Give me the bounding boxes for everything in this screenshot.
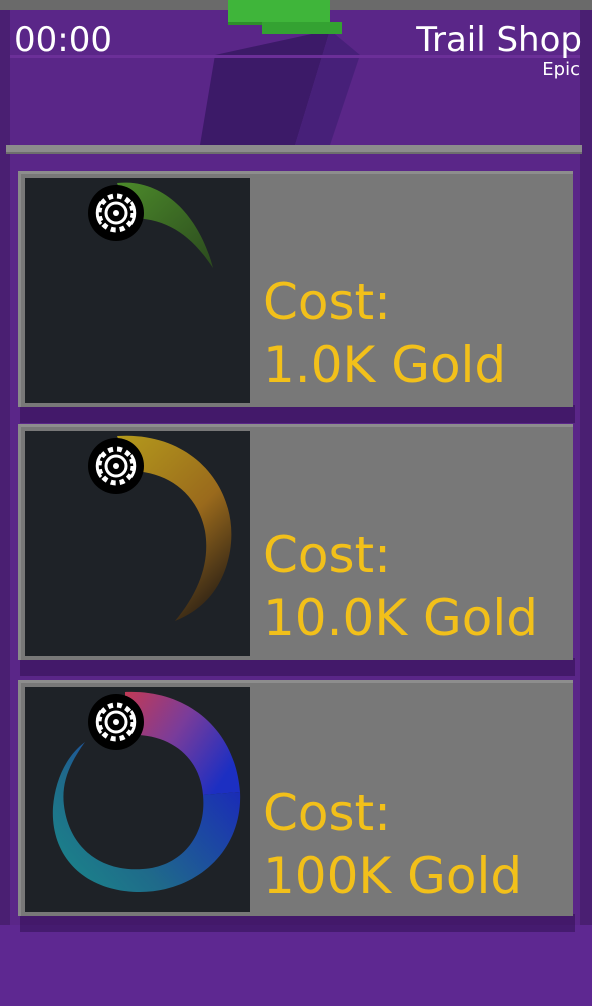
cost-value: 1.0K Gold: [263, 336, 507, 394]
shop-item-card-3[interactable]: Cost: 100K Gold: [18, 680, 573, 916]
card-shadow: [20, 658, 575, 676]
gear-icon: [88, 438, 144, 494]
gear-icon: [88, 694, 144, 750]
timer-text: 00:00: [14, 20, 112, 60]
shop-item-card-2[interactable]: Cost: 10.0K Gold: [18, 424, 573, 660]
cost-label: Cost:: [263, 526, 392, 584]
shop-subtitle: Epic: [542, 59, 580, 80]
card-shadow: [20, 914, 575, 932]
gear-icon: [88, 185, 144, 241]
cost-label: Cost:: [263, 784, 392, 842]
trail-preview: [25, 687, 250, 912]
shop-title: Trail Shop: [416, 20, 582, 60]
shop-ledge: [6, 145, 582, 154]
cost-value: 100K Gold: [263, 847, 523, 905]
card-shadow: [20, 405, 575, 423]
cost-value: 10.0K Gold: [263, 589, 538, 647]
green-block-side: [262, 22, 342, 34]
cost-label: Cost:: [263, 273, 392, 331]
shop-item-card-1[interactable]: Cost: 1.0K Gold: [18, 171, 573, 407]
trail-preview: [25, 431, 250, 656]
trail-preview: [25, 178, 250, 403]
